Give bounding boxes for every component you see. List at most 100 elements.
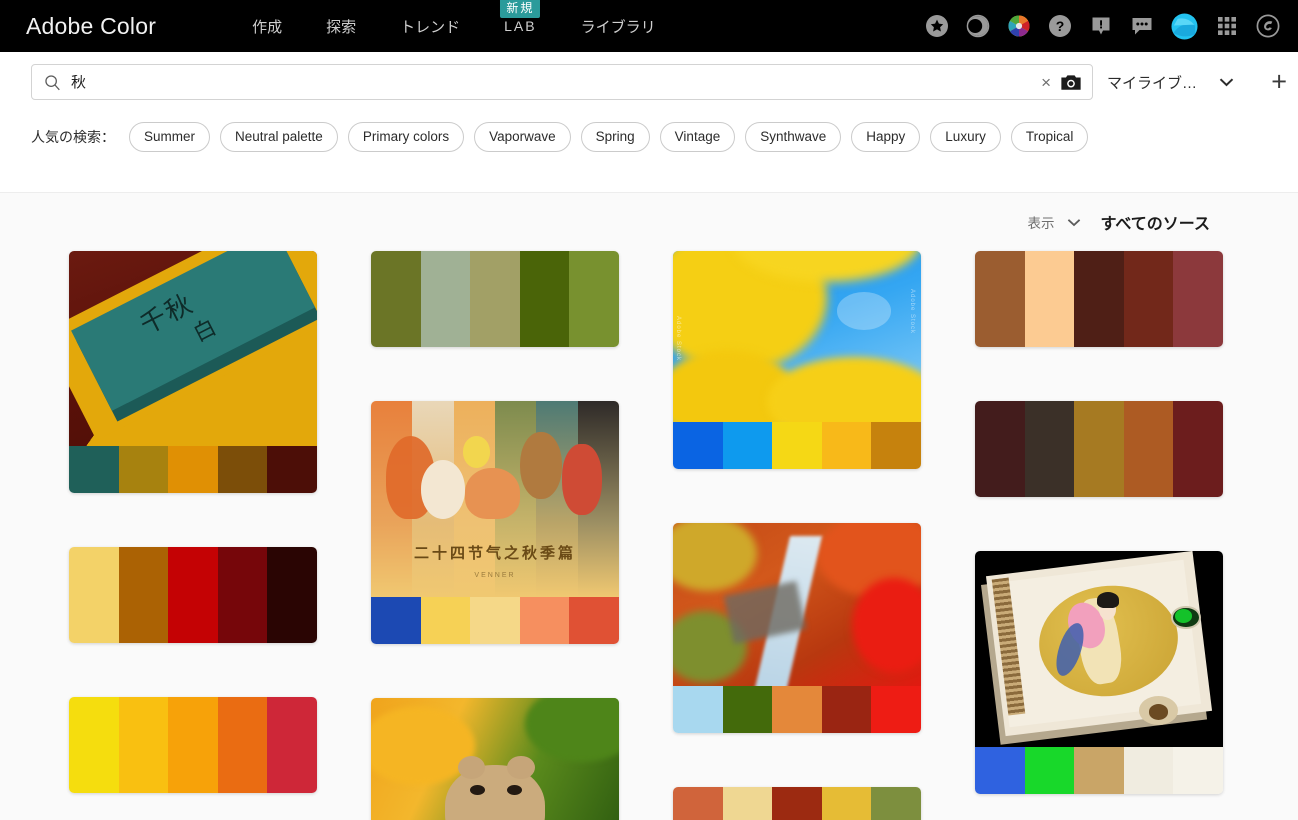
announcement-icon[interactable] [1089, 14, 1113, 38]
swatch-strip [975, 401, 1223, 497]
avatar-icon[interactable] [1171, 12, 1198, 40]
swatch-strip [371, 597, 619, 644]
poster-title: 二十四节气之秋季篇 [413, 544, 576, 562]
new-badge: 新規 [500, 0, 541, 18]
palette-card-chipmunk-photo[interactable] [371, 698, 619, 820]
creative-cloud-icon[interactable] [1256, 14, 1280, 38]
palette-card-ginkgo-photo[interactable]: Adobe Stock Adobe Stock [673, 251, 921, 469]
palette-card-dark-earth[interactable] [975, 401, 1223, 497]
library-selector[interactable]: マイライブ… [1107, 72, 1234, 93]
palette-column-3: Adobe Stock Adobe Stock [673, 251, 921, 820]
swatch-strip [975, 251, 1223, 347]
palette-card-greens[interactable] [371, 251, 619, 347]
palette-column-4 [975, 251, 1223, 794]
swatch [722, 686, 773, 733]
nav-item-create[interactable]: 作成 [252, 0, 282, 52]
camera-icon[interactable] [1060, 73, 1082, 92]
popular-searches-caption: 人気の検索： [31, 129, 115, 145]
palette-card-teal-box-photo[interactable]: 千秋 白 [69, 251, 317, 493]
nav-item-explore[interactable]: 探索 [326, 0, 356, 52]
tag-happy[interactable]: Happy [851, 122, 921, 152]
source-filter-value[interactable]: すべてのソース [1101, 210, 1210, 234]
swatch [1123, 251, 1174, 347]
autumn-stream-maple-photo [673, 523, 921, 686]
swatch [1074, 401, 1124, 497]
swatch [1024, 401, 1075, 497]
clear-search-icon[interactable]: × [1032, 74, 1060, 91]
swatch [1074, 747, 1124, 794]
nav-item-trends[interactable]: トレンド [400, 0, 460, 52]
nav-item-library[interactable]: ライブラリ [581, 0, 656, 52]
palette-card-mooncake-box-photo[interactable] [975, 551, 1223, 794]
swatch [371, 597, 421, 644]
swatch [519, 597, 570, 644]
nav-item-lab[interactable]: 新規 LAB [500, 0, 541, 52]
swatch [217, 446, 268, 493]
swatch [569, 251, 619, 347]
swatch [69, 446, 119, 493]
swatch [1173, 401, 1223, 497]
swatch [371, 251, 421, 347]
palette-card-warm-strip-partial[interactable] [673, 787, 921, 820]
help-icon[interactable]: ? [1048, 14, 1072, 38]
palette-card-yellow-to-red[interactable] [69, 697, 317, 793]
watermark-text: Adobe Stock [675, 315, 681, 361]
swatch-strip [673, 787, 921, 820]
add-button[interactable]: + [1271, 68, 1287, 96]
swatch [772, 686, 822, 733]
mooncake-gift-box-change-photo [975, 551, 1223, 747]
palette-column-1: 千秋 白 [69, 251, 317, 793]
apps-grid-icon[interactable] [1215, 14, 1239, 38]
chat-icon[interactable] [1130, 14, 1154, 38]
swatch [519, 251, 570, 347]
nav-item-label: ライブラリ [580, 18, 656, 36]
swatch [821, 787, 872, 820]
palette-card-browns-peach[interactable] [975, 251, 1223, 347]
search-input[interactable]: 秋 × [31, 64, 1093, 100]
swatch [168, 697, 218, 793]
palette-grid: 千秋 白 二十四节气之秋季篇 VENNER Adobe Stock Adobe … [0, 251, 1298, 820]
tag-vintage[interactable]: Vintage [659, 122, 736, 152]
swatch [118, 446, 169, 493]
tag-neutral-palette[interactable]: Neutral palette [220, 122, 338, 152]
swatch [975, 251, 1025, 347]
swatch [267, 446, 317, 493]
tag-summer[interactable]: Summer [129, 122, 211, 152]
swatch [168, 446, 218, 493]
swatch [1024, 251, 1075, 347]
swatch [673, 787, 723, 820]
tag-luxury[interactable]: Luxury [930, 122, 1001, 152]
palette-card-autumn-animals-poster[interactable]: 二十四节气之秋季篇 VENNER [371, 401, 619, 644]
swatch [821, 686, 872, 733]
swatch [1074, 251, 1124, 347]
tag-spring[interactable]: Spring [580, 122, 650, 152]
palette-card-autumn-stream-photo[interactable] [673, 523, 921, 733]
main-nav: 作成 探索 トレンド 新規 LAB ライブラリ [252, 0, 656, 52]
search-value: 秋 [71, 74, 87, 90]
swatch [1173, 747, 1223, 794]
swatch-strip [371, 251, 619, 347]
source-filter-label[interactable]: 表示 [1028, 212, 1055, 232]
swatch [217, 547, 268, 643]
tag-tropical[interactable]: Tropical [1010, 122, 1089, 152]
swatch [871, 422, 921, 469]
popular-searches-row: 人気の検索： Summer Neutral palette Primary co… [0, 112, 1298, 162]
contrast-icon[interactable] [966, 14, 990, 38]
swatch [168, 547, 218, 643]
chevron-down-icon[interactable] [1067, 218, 1081, 227]
library-selector-label: マイライブ… [1107, 74, 1198, 92]
swatch [821, 422, 872, 469]
swatch [772, 787, 822, 820]
tag-synthwave[interactable]: Synthwave [745, 122, 842, 152]
top-navigation-bar: Adobe Color 作成 探索 トレンド 新規 LAB ライブラリ ? [0, 0, 1298, 52]
swatch [470, 597, 520, 644]
search-icon [45, 74, 60, 90]
svg-text:?: ? [1056, 18, 1065, 34]
star-icon[interactable] [925, 14, 949, 38]
nav-item-label: トレンド [400, 18, 461, 36]
tag-primary-colors[interactable]: Primary colors [347, 122, 465, 152]
color-wheel-icon[interactable] [1007, 14, 1031, 38]
tag-vaporwave[interactable]: Vaporwave [474, 122, 571, 152]
swatch [722, 422, 773, 469]
palette-card-yellow-to-black[interactable] [69, 547, 317, 643]
